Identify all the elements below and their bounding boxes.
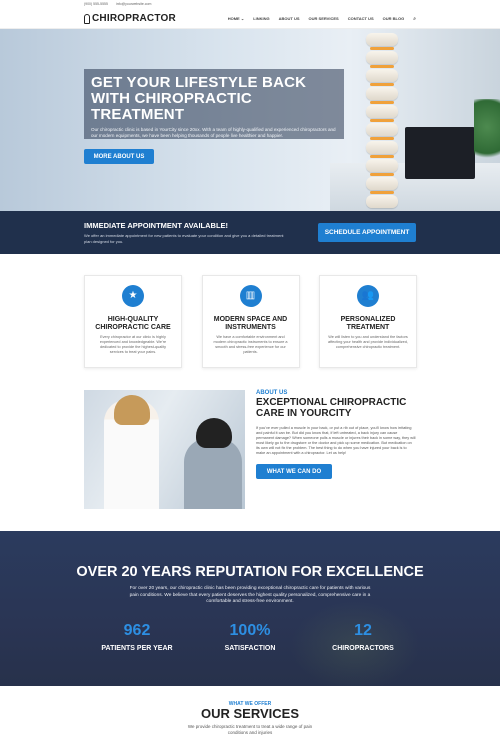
what-we-can-do-button[interactable]: WHAT WE CAN DO [256, 464, 332, 479]
nav-item-services[interactable]: OUR SERVICES [309, 16, 339, 21]
nav-item-about[interactable]: ABOUT US [279, 16, 300, 21]
stat-chiropractors: 12 CHIROPRACTORS [318, 622, 408, 652]
search-icon[interactable]: ⌕ [413, 16, 416, 22]
appointment-body: We offer an immediate appointment for ne… [84, 233, 284, 244]
feature-card-personalized: 👥 PERSONALIZED TREATMENT We will listen … [319, 275, 417, 368]
services-section: WHAT WE OFFER OUR SERVICES We provide ch… [0, 701, 500, 735]
people-icon: 👥 [357, 285, 379, 307]
services-title: OUR SERVICES [200, 706, 299, 721]
nav-item-linking[interactable]: LINKING [253, 16, 269, 21]
appointment-title: IMMEDIATE APPOINTMENT AVAILABLE! [84, 221, 229, 230]
feature-card-quality: ★ HIGH-QUALITY CHIROPRACTIC CARE Every c… [84, 275, 182, 368]
hero-monitor [405, 127, 475, 179]
services-body: We provide chiropractic treatment to tre… [187, 724, 313, 735]
about-title: EXCEPTIONAL CHIROPRACTIC CARE IN YOURCIT… [256, 397, 407, 419]
feature-title: HIGH-QUALITY CHIROPRACTIC CARE [95, 316, 171, 331]
nav-item-home[interactable]: HOME ⌄ [228, 16, 244, 21]
feature-card-space: ▥ MODERN SPACE AND INSTRUMENTS We have a… [201, 275, 300, 368]
star-icon: ★ [122, 285, 144, 307]
logo[interactable]: CHIROPRACTOR [84, 13, 176, 24]
about-eyebrow: ABOUT US [256, 390, 288, 396]
stat-label: CHIROPRACTORS [332, 644, 394, 652]
stats-section: OVER 20 YEARS REPUTATION FOR EXCELLENCE … [0, 531, 500, 686]
stats-title: OVER 20 YEARS REPUTATION FOR EXCELLENCE [76, 564, 424, 580]
more-about-us-button[interactable]: MORE ABOUT US [84, 149, 154, 164]
building-icon: ▥ [239, 285, 262, 307]
stat-number: 962 [123, 621, 151, 639]
about-body: If you've ever pulled a muscle in your b… [256, 426, 416, 455]
schedule-appointment-button[interactable]: SCHEDULE APPOINTMENT [318, 223, 416, 242]
stat-patients: 962 PATIENTS PER YEAR [92, 622, 182, 652]
hero-text-box: GET YOUR LIFESTYLE BACK WITH CHIROPRACTI… [84, 69, 344, 139]
email-text[interactable]: info@yourwebsite.com [116, 2, 151, 7]
nav-item-contact[interactable]: CONTACT US [348, 16, 374, 21]
stat-label: PATIENTS PER YEAR [101, 644, 173, 652]
hero-section: GET YOUR LIFESTYLE BACK WITH CHIROPRACTI… [0, 29, 500, 211]
spine-model-image [358, 33, 406, 211]
top-bar: (900) 555-5555 info@yourwebsite.com [0, 0, 500, 9]
stat-number: 100% [229, 621, 271, 639]
phone-text[interactable]: (900) 555-5555 [84, 2, 108, 7]
doctor-patient-image [84, 390, 245, 509]
site-header: CHIROPRACTOR HOME ⌄ LINKING ABOUT US OUR… [0, 9, 500, 29]
spine-logo-icon [84, 13, 90, 24]
nav-item-blog[interactable]: OUR BLOG [383, 16, 405, 21]
stat-label: SATISFACTION [224, 644, 276, 652]
stat-satisfaction: 100% SATISFACTION [205, 622, 295, 652]
features-row: ★ HIGH-QUALITY CHIROPRACTIC CARE Every c… [84, 275, 417, 368]
chevron-down-icon: ⌄ [240, 16, 245, 21]
logo-text: CHIROPRACTOR [92, 13, 176, 24]
hero-title: GET YOUR LIFESTYLE BACK WITH CHIROPRACTI… [91, 74, 307, 123]
feature-body: We will listen to you and understand the… [328, 335, 408, 349]
stats-body: For over 20 years, our chiropractic clin… [129, 586, 371, 604]
hero-plant [474, 99, 500, 169]
feature-body: We have a comfortable environment and mo… [213, 335, 288, 354]
feature-body: Every chiropractor at our clinic is high… [99, 335, 167, 354]
main-nav: HOME ⌄ LINKING ABOUT US OUR SERVICES CON… [228, 16, 416, 22]
appointment-banner: IMMEDIATE APPOINTMENT AVAILABLE! We offe… [0, 211, 500, 254]
about-section: ABOUT US EXCEPTIONAL CHIROPRACTIC CARE I… [84, 390, 417, 510]
hero-body: Our chiropractic clinic is based in Your… [91, 127, 336, 138]
stat-number: 12 [354, 621, 372, 639]
stats-row: 962 PATIENTS PER YEAR 100% SATISFACTION … [92, 622, 408, 652]
feature-title: MODERN SPACE AND INSTRUMENTS [213, 316, 288, 331]
feature-title: PERSONALIZED TREATMENT [340, 316, 396, 331]
